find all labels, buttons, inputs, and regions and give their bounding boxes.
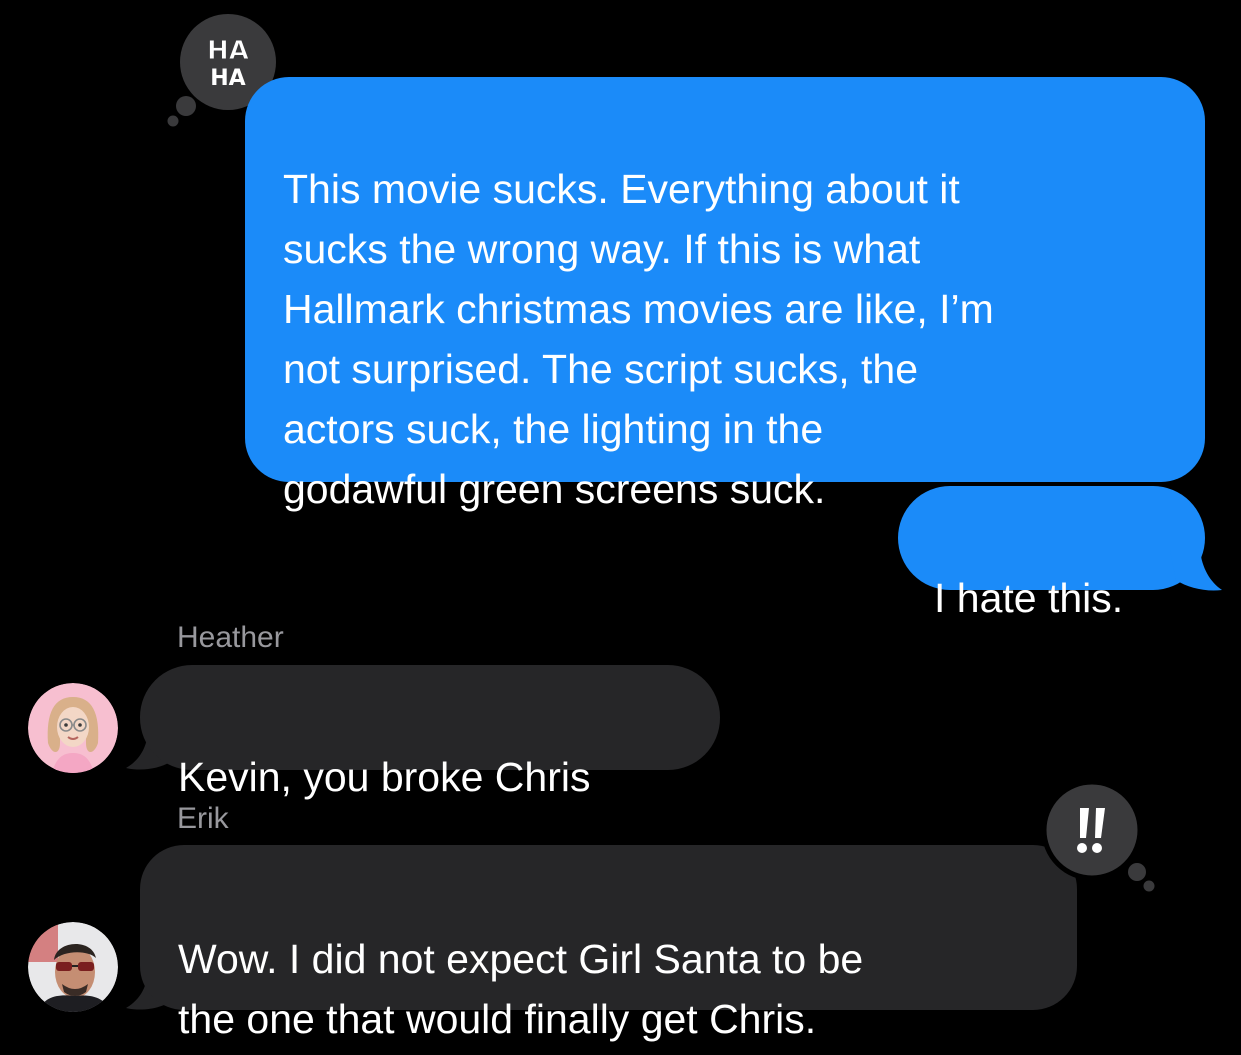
- message-text: Wow. I did not expect Girl Santa to be t…: [178, 936, 864, 1042]
- exclamation-reaction-icon[interactable]: [1038, 779, 1162, 896]
- photo-avatar[interactable]: [28, 922, 118, 1012]
- incoming-message-bubble[interactable]: Wow. I did not expect Girl Santa to be t…: [140, 845, 1077, 1042]
- svg-text:HA: HA: [207, 36, 249, 66]
- memoji-avatar[interactable]: [28, 683, 118, 773]
- outgoing-message-bubble[interactable]: I hate this.: [898, 486, 1205, 621]
- outgoing-bubble-tail: [1170, 550, 1222, 591]
- sender-name: Heather: [177, 621, 284, 654]
- message-text: This movie sucks. Everything about it su…: [283, 166, 994, 512]
- message-text: I hate this.: [934, 575, 1124, 621]
- incoming-message-bubble[interactable]: Kevin, you broke Chris: [140, 665, 720, 800]
- sender-name: Erik: [177, 802, 229, 835]
- outgoing-message-bubble[interactable]: This movie sucks. Everything about it su…: [245, 77, 1205, 512]
- svg-text:HA: HA: [210, 66, 245, 91]
- message-text: Kevin, you broke Chris: [178, 754, 591, 800]
